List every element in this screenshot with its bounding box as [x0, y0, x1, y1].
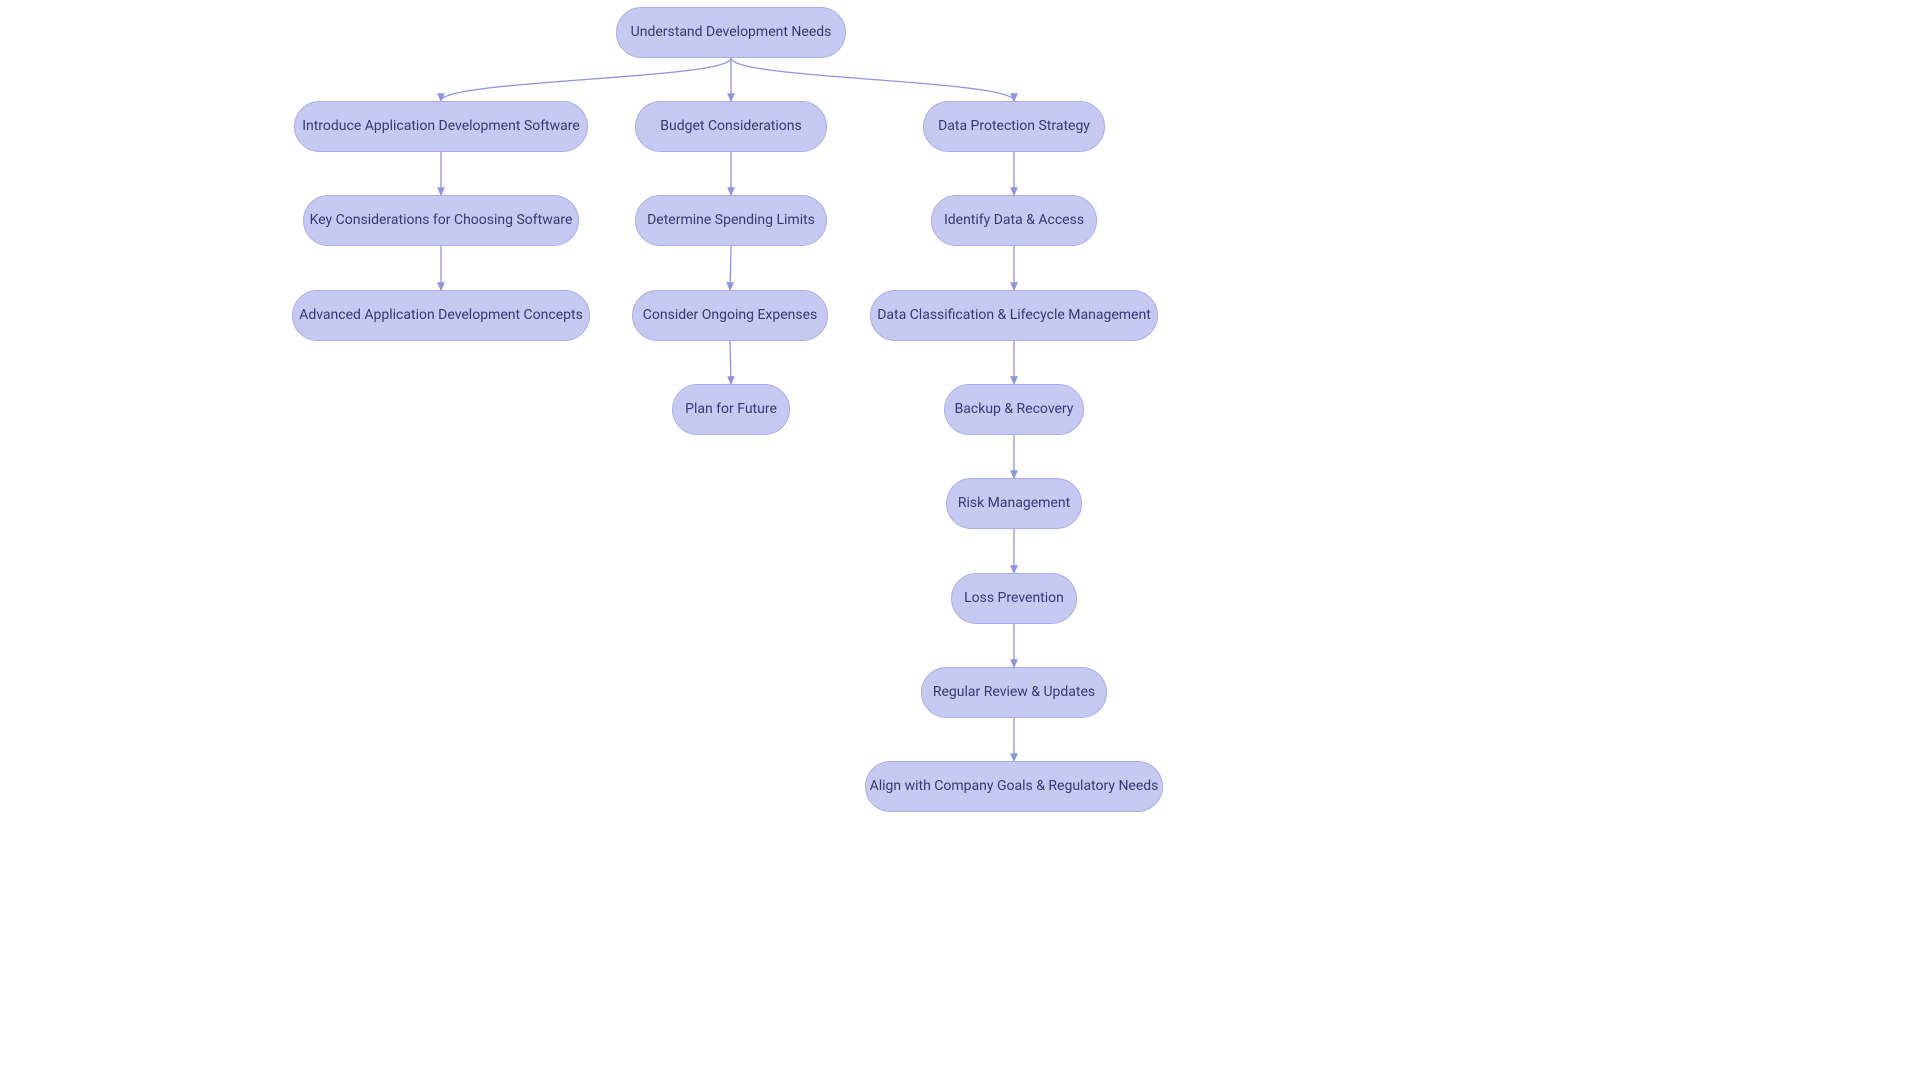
node-label: Backup & Recovery [955, 401, 1074, 418]
node-label: Plan for Future [685, 401, 777, 418]
flowchart-canvas: Understand Development Needs Introduce A… [0, 0, 1920, 1080]
node-root[interactable]: Understand Development Needs [616, 7, 846, 58]
node-label: Data Protection Strategy [938, 118, 1090, 135]
node-data-protection-strategy[interactable]: Data Protection Strategy [923, 101, 1105, 152]
node-label: Determine Spending Limits [647, 212, 815, 229]
node-label: Loss Prevention [964, 590, 1064, 607]
edges-layer [0, 0, 1920, 1080]
node-label: Introduce Application Development Softwa… [302, 118, 580, 135]
node-label: Budget Considerations [660, 118, 801, 135]
node-advanced-concepts[interactable]: Advanced Application Development Concept… [292, 290, 590, 341]
node-risk-management[interactable]: Risk Management [946, 478, 1082, 529]
node-consider-ongoing-expenses[interactable]: Consider Ongoing Expenses [632, 290, 828, 341]
node-backup-recovery[interactable]: Backup & Recovery [944, 384, 1084, 435]
node-intro-app-dev-software[interactable]: Introduce Application Development Softwa… [294, 101, 588, 152]
node-label: Advanced Application Development Concept… [299, 307, 583, 324]
node-loss-prevention[interactable]: Loss Prevention [951, 573, 1077, 624]
node-identify-data-access[interactable]: Identify Data & Access [931, 195, 1097, 246]
node-data-classification-lifecycle[interactable]: Data Classification & Lifecycle Manageme… [870, 290, 1158, 341]
node-label: Identify Data & Access [944, 212, 1084, 229]
node-plan-for-future[interactable]: Plan for Future [672, 384, 790, 435]
node-label: Regular Review & Updates [933, 684, 1095, 701]
node-label: Align with Company Goals & Regulatory Ne… [870, 778, 1159, 795]
node-label: Understand Development Needs [631, 24, 832, 41]
node-label: Data Classification & Lifecycle Manageme… [877, 307, 1151, 324]
node-label: Risk Management [958, 495, 1070, 512]
node-regular-review-updates[interactable]: Regular Review & Updates [921, 667, 1107, 718]
node-label: Consider Ongoing Expenses [643, 307, 817, 324]
node-determine-spending-limits[interactable]: Determine Spending Limits [635, 195, 827, 246]
node-align-company-goals[interactable]: Align with Company Goals & Regulatory Ne… [865, 761, 1163, 812]
node-label: Key Considerations for Choosing Software [310, 212, 573, 229]
node-key-considerations[interactable]: Key Considerations for Choosing Software [303, 195, 579, 246]
node-budget-considerations[interactable]: Budget Considerations [635, 101, 827, 152]
